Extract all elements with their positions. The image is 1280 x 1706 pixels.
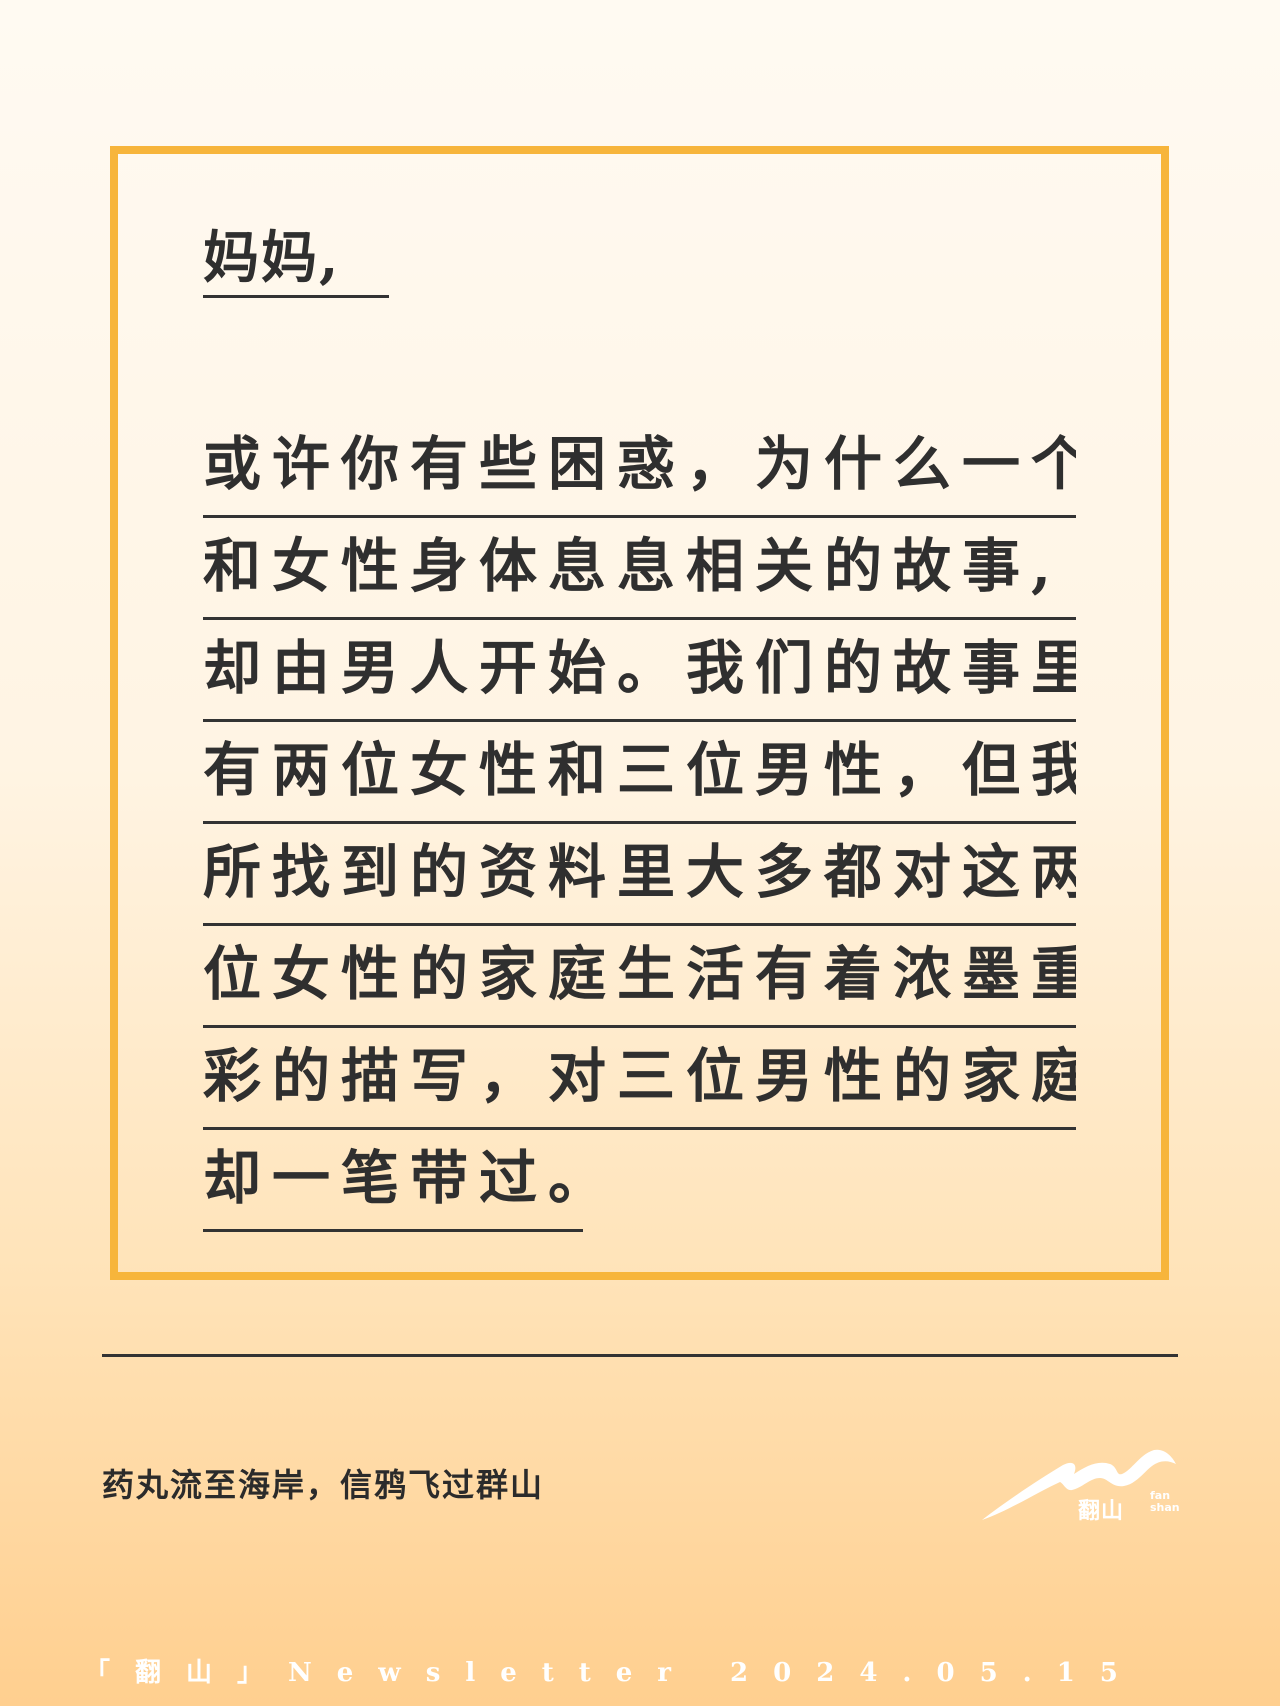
logo-english-bottom: shan (1150, 1501, 1180, 1514)
letter-line: 所找到的资料里大多都对这两 (203, 824, 1076, 926)
letter-line: 却由男人开始。我们的故事里 (203, 620, 1076, 722)
tagline: 药丸流至海岸，信鸦飞过群山 (102, 1466, 545, 1504)
logo-english-text: fan shan (1150, 1490, 1180, 1514)
letter-salutation: 妈妈, (203, 218, 389, 298)
letter-line: 彩的描写，对三位男性的家庭 (203, 1028, 1076, 1130)
letter-line: 位女性的家庭生活有着浓墨重 (203, 926, 1076, 1028)
letter-line: 却一笔带过。 (203, 1130, 583, 1232)
letter-body: 或许你有些困惑，为什么一个 和女性身体息息相关的故事, 却由男人开始。我们的故事… (203, 416, 1076, 1232)
logo-chinese-text: 翻山 (1078, 1499, 1125, 1524)
letter-line: 或许你有些困惑，为什么一个 (203, 416, 1076, 518)
letter-line: 和女性身体息息相关的故事, (203, 518, 1076, 620)
newsletter-footer: 「翻山」Newsletter 2024.05.15 (84, 1658, 1143, 1688)
fanshan-logo: 翻山 fan shan (978, 1430, 1180, 1530)
letter-line: 有两位女性和三位男性，但我 (203, 722, 1076, 824)
footer-divider (102, 1354, 1178, 1357)
